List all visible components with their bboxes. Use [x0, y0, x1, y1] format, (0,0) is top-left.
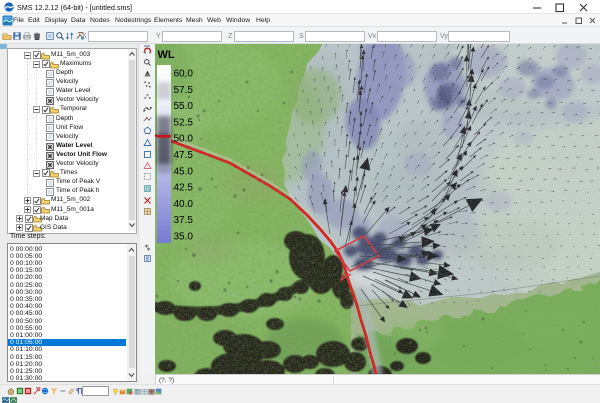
svg-text:45.0: 45.0 — [174, 166, 194, 177]
svg-text:50.0: 50.0 — [174, 134, 194, 145]
svg-text:57.5: 57.5 — [174, 85, 194, 96]
svg-text:52.5: 52.5 — [174, 117, 194, 128]
svg-text:35.0: 35.0 — [174, 232, 194, 243]
svg-text:40.0: 40.0 — [174, 199, 194, 210]
svg-text:37.5: 37.5 — [174, 215, 194, 226]
svg-text:42.5: 42.5 — [174, 183, 194, 194]
svg-text:60.0: 60.0 — [174, 69, 194, 80]
svg-text:47.5: 47.5 — [174, 150, 194, 161]
svg-text:WL: WL — [158, 49, 175, 61]
svg-text:55.0: 55.0 — [174, 101, 194, 112]
